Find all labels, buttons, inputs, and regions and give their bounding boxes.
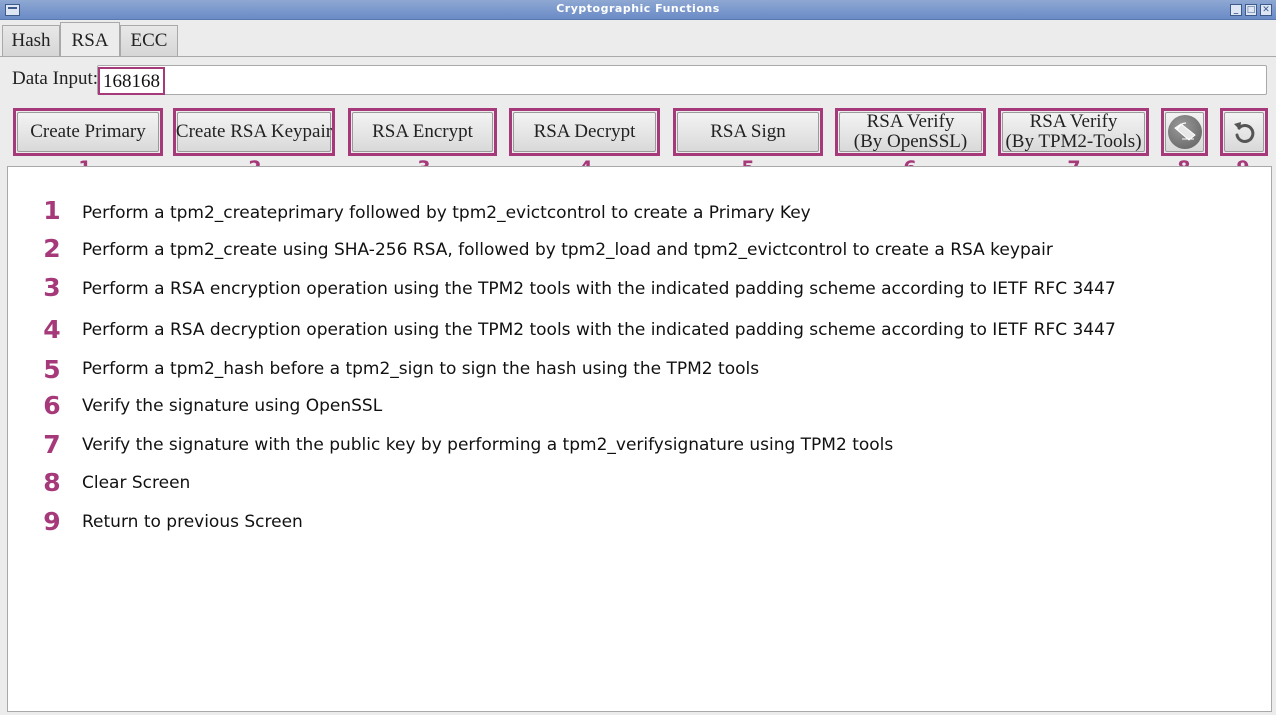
clear-screen-button[interactable] [1161, 108, 1208, 156]
instruction-text: Perform a tpm2_createprimary followed by… [82, 203, 811, 223]
rsa-decrypt-button[interactable]: RSA Decrypt [509, 108, 660, 156]
instruction-number: 8 [43, 468, 61, 497]
instruction-text: Perform a tpm2_create using SHA-256 RSA,… [82, 240, 1053, 260]
instruction-text: Verify the signature with the public key… [82, 435, 894, 455]
instruction-number: 1 [43, 196, 61, 225]
rsa-verify-tpm2-line2: (By TPM2-Tools) [1005, 131, 1142, 152]
back-button[interactable] [1220, 108, 1268, 156]
rsa-sign-label: RSA Sign [710, 121, 786, 142]
instruction-text: Perform a tpm2_hash before a tpm2_sign t… [82, 359, 760, 379]
tab-hash[interactable]: Hash [2, 25, 60, 56]
minimize-icon[interactable]: _ [1230, 4, 1242, 16]
tab-rsa[interactable]: RSA [60, 22, 120, 57]
maximize-icon[interactable]: □ [1245, 4, 1257, 16]
rsa-verify-tpm2-line1: RSA Verify [1029, 111, 1118, 132]
rsa-verify-openssl-line1: RSA Verify [866, 111, 955, 132]
rsa-verify-tpm2-button[interactable]: RSA Verify (By TPM2-Tools) [998, 108, 1149, 156]
output-area[interactable]: 1 Perform a tpm2_createprimary followed … [7, 166, 1272, 712]
instruction-number: 7 [43, 430, 61, 459]
instruction-number: 9 [43, 507, 61, 536]
instruction-number: 5 [43, 355, 61, 384]
instruction-number: 6 [43, 391, 61, 420]
tab-panel-border [0, 56, 1276, 57]
tab-ecc[interactable]: ECC [120, 25, 178, 56]
rsa-sign-button[interactable]: RSA Sign [673, 108, 823, 156]
rsa-decrypt-label: RSA Decrypt [533, 121, 636, 142]
create-primary-label: Create Primary [30, 121, 146, 142]
rsa-encrypt-label: RSA Encrypt [372, 121, 473, 142]
data-input-label: Data Input: [12, 68, 99, 89]
instruction-text: Verify the signature using OpenSSL [82, 396, 383, 416]
create-primary-button[interactable]: Create Primary [13, 108, 163, 156]
rsa-verify-openssl-line2: (By OpenSSL) [853, 131, 968, 152]
eraser-icon [1167, 115, 1202, 149]
create-rsa-keypair-button[interactable]: Create RSA Keypair [173, 108, 335, 156]
instruction-number: 3 [43, 273, 61, 302]
window-title: Cryptographic Functions [556, 2, 720, 15]
instruction-text: Perform a RSA encryption operation using… [82, 279, 1116, 299]
rsa-encrypt-button[interactable]: RSA Encrypt [348, 108, 497, 156]
instruction-text: Clear Screen [82, 473, 191, 493]
data-input-value: 168168 [98, 67, 165, 95]
back-arrow-icon [1231, 119, 1257, 145]
data-input-field[interactable]: 168168 [97, 65, 1267, 95]
title-bar: Cryptographic Functions _ □ ✕ [0, 0, 1276, 20]
create-rsa-keypair-label: Create RSA Keypair [175, 121, 333, 142]
instruction-text: Return to previous Screen [82, 512, 303, 532]
instruction-number: 2 [43, 234, 61, 263]
instruction-number: 4 [43, 315, 61, 344]
close-icon[interactable]: ✕ [1260, 4, 1272, 16]
instruction-text: Perform a RSA decryption operation using… [82, 320, 1116, 340]
rsa-verify-openssl-button[interactable]: RSA Verify (By OpenSSL) [835, 108, 986, 156]
